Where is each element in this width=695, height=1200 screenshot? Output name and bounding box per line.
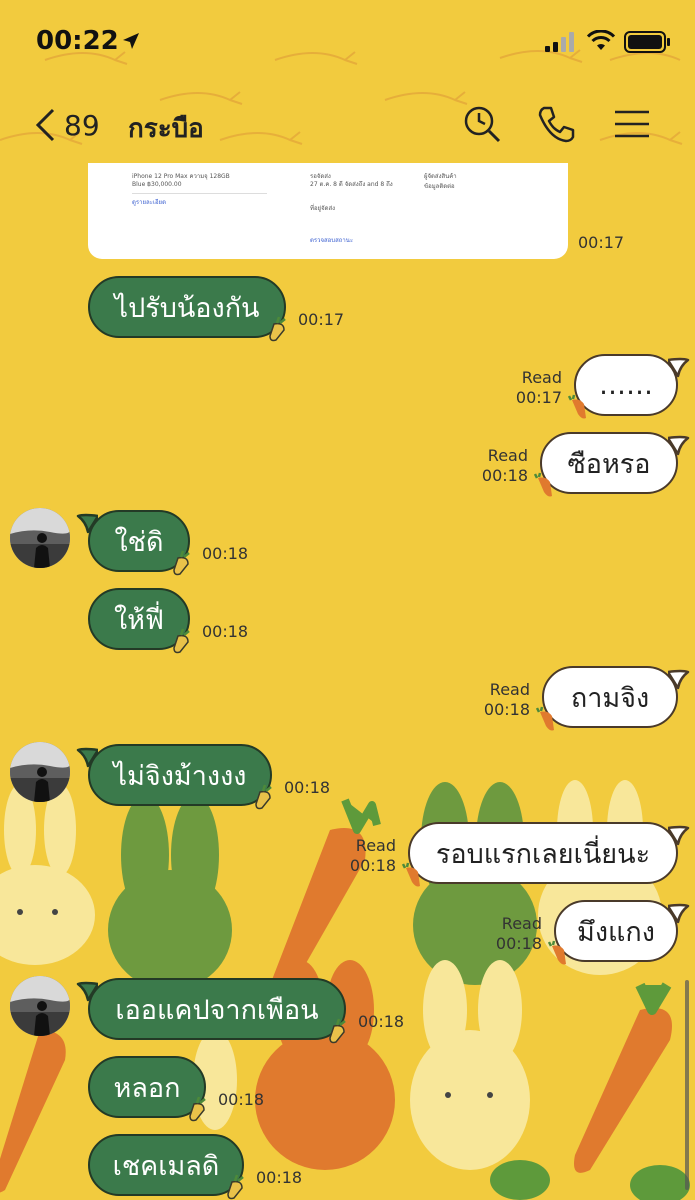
bubble-tail	[76, 981, 98, 1002]
carrot-sticker-icon	[402, 862, 420, 887]
card-link[interactable]: ตรวจสอบสถานะ	[310, 237, 353, 245]
bubble-tail	[668, 669, 690, 690]
outgoing-message-bubble[interactable]: รอบแรกเลยเนี่ยนะ	[408, 822, 678, 884]
read-receipt: Read	[489, 680, 530, 699]
phone-icon[interactable]	[536, 104, 576, 144]
message-text: หลอก	[113, 1072, 181, 1104]
message-meta: Read 00:18	[496, 914, 542, 954]
message-text: ซือหรอ	[567, 448, 651, 480]
card-text: ข้อมูลติดต่อ	[424, 183, 455, 190]
carrot-sticker-icon	[536, 706, 554, 731]
message-text: ให้ฟี่	[113, 604, 165, 636]
message-time: 00:18	[349, 856, 396, 875]
chevron-left-icon	[35, 108, 55, 142]
outgoing-message-bubble[interactable]: ซือหรอ	[540, 432, 678, 494]
carrot-sticker-icon	[269, 316, 286, 342]
message-time: 00:18	[483, 700, 530, 719]
message-meta: Read 00:17	[516, 368, 562, 408]
shared-order-card[interactable]: iPhone 12 Pro Max ความจุ 128GB Blue ฿30,…	[88, 163, 568, 259]
card-text: iPhone 12 Pro Max ความจุ 128GB	[132, 173, 230, 180]
read-receipt: Read	[487, 446, 528, 465]
message-time: 00:17	[515, 388, 562, 407]
message-meta: Read 00:18	[350, 836, 396, 876]
message-time: 00:18	[481, 466, 528, 485]
card-text: Blue ฿30,000.00	[132, 181, 182, 188]
message-meta: Read 00:18	[484, 680, 530, 720]
contact-avatar[interactable]	[10, 742, 70, 802]
carrot-sticker-icon	[548, 940, 566, 965]
carrot-sticker-icon	[173, 550, 190, 576]
card-text: รอจัดส่ง	[310, 173, 331, 180]
incoming-message-bubble[interactable]: ไปรับน้องกัน	[88, 276, 286, 338]
status-time: 00:22	[36, 26, 119, 56]
avatar-photo	[10, 976, 70, 1036]
chat-header: 89 กระบือ	[0, 90, 695, 160]
message-time: 00:18	[495, 934, 542, 953]
read-receipt: Read	[521, 368, 562, 387]
carrot-sticker-icon	[329, 1018, 346, 1044]
incoming-message-bubble[interactable]: เออแคปจากเพือน	[88, 978, 346, 1040]
contact-avatar[interactable]	[10, 976, 70, 1036]
message-time: 00:18	[284, 778, 331, 797]
card-link[interactable]: ดูรายละเอียด	[132, 199, 166, 207]
wifi-icon	[586, 30, 616, 50]
carrot-sticker-icon	[227, 1174, 244, 1200]
read-receipt: Read	[355, 836, 396, 855]
carrot-sticker-icon	[255, 784, 272, 810]
incoming-message-bubble[interactable]: เชคเมลดิ	[88, 1134, 244, 1196]
message-time: 00:18	[358, 1012, 405, 1031]
bubble-tail	[668, 825, 690, 846]
message-time: 00:18	[202, 622, 249, 641]
carrot-sticker-icon	[173, 628, 190, 654]
message-text: ถามจิง	[570, 682, 650, 714]
outgoing-message-bubble[interactable]: มึงแกง	[554, 900, 678, 962]
incoming-message-bubble[interactable]: ไม่จิงม้างงง	[88, 744, 272, 806]
chat-title: กระบือ	[128, 114, 204, 144]
message-time: 00:17	[578, 233, 625, 252]
carrot-sticker-icon	[534, 472, 552, 497]
message-text: เออแคปจากเพือน	[115, 994, 319, 1026]
bubble-tail	[76, 513, 98, 534]
message-text: รอบแรกเลยเนี่ยนะ	[435, 838, 651, 870]
card-text: ที่อยู่จัดส่ง	[310, 205, 336, 212]
bubble-tail	[668, 435, 690, 456]
back-button[interactable]: 89	[34, 102, 100, 148]
message-text: ไปรับน้องกัน	[114, 292, 260, 324]
cellular-signal-icon	[545, 32, 574, 52]
message-time: 00:18	[202, 544, 249, 563]
location-arrow-icon	[123, 33, 139, 49]
carrot-sticker-icon	[568, 394, 586, 419]
message-time: 00:17	[298, 310, 345, 329]
card-text: ผู้จัดส่งสินค้า	[424, 173, 457, 180]
menu-icon[interactable]	[612, 104, 652, 144]
outgoing-message-bubble[interactable]: ถามจิง	[542, 666, 678, 728]
message-text: มึงแกง	[577, 916, 655, 948]
message-time: 00:18	[218, 1090, 265, 1109]
scrollbar[interactable]	[685, 980, 689, 1190]
message-text: ……	[599, 369, 653, 401]
battery-icon	[624, 31, 670, 53]
unread-count: 89	[64, 108, 100, 142]
status-bar: 00:22	[0, 0, 695, 84]
message-text: ใช่ดิ	[114, 526, 164, 558]
contact-avatar[interactable]	[10, 508, 70, 568]
message-text: ไม่จิงม้างงง	[113, 760, 247, 792]
read-receipt: Read	[501, 914, 542, 933]
avatar-photo	[10, 508, 70, 568]
bubble-tail	[668, 357, 690, 378]
message-text: เชคเมลดิ	[112, 1150, 220, 1182]
message-meta: Read 00:18	[482, 446, 528, 486]
bubble-tail	[76, 747, 98, 768]
message-time: 00:18	[256, 1168, 303, 1187]
avatar-photo	[10, 742, 70, 802]
bubble-tail	[668, 903, 690, 924]
card-text: 27 ต.ค. 8 ดี จัดส่งถึง and 8 ถึง	[310, 181, 393, 188]
carrot-sticker-icon	[189, 1096, 206, 1122]
search-icon[interactable]	[462, 104, 502, 144]
